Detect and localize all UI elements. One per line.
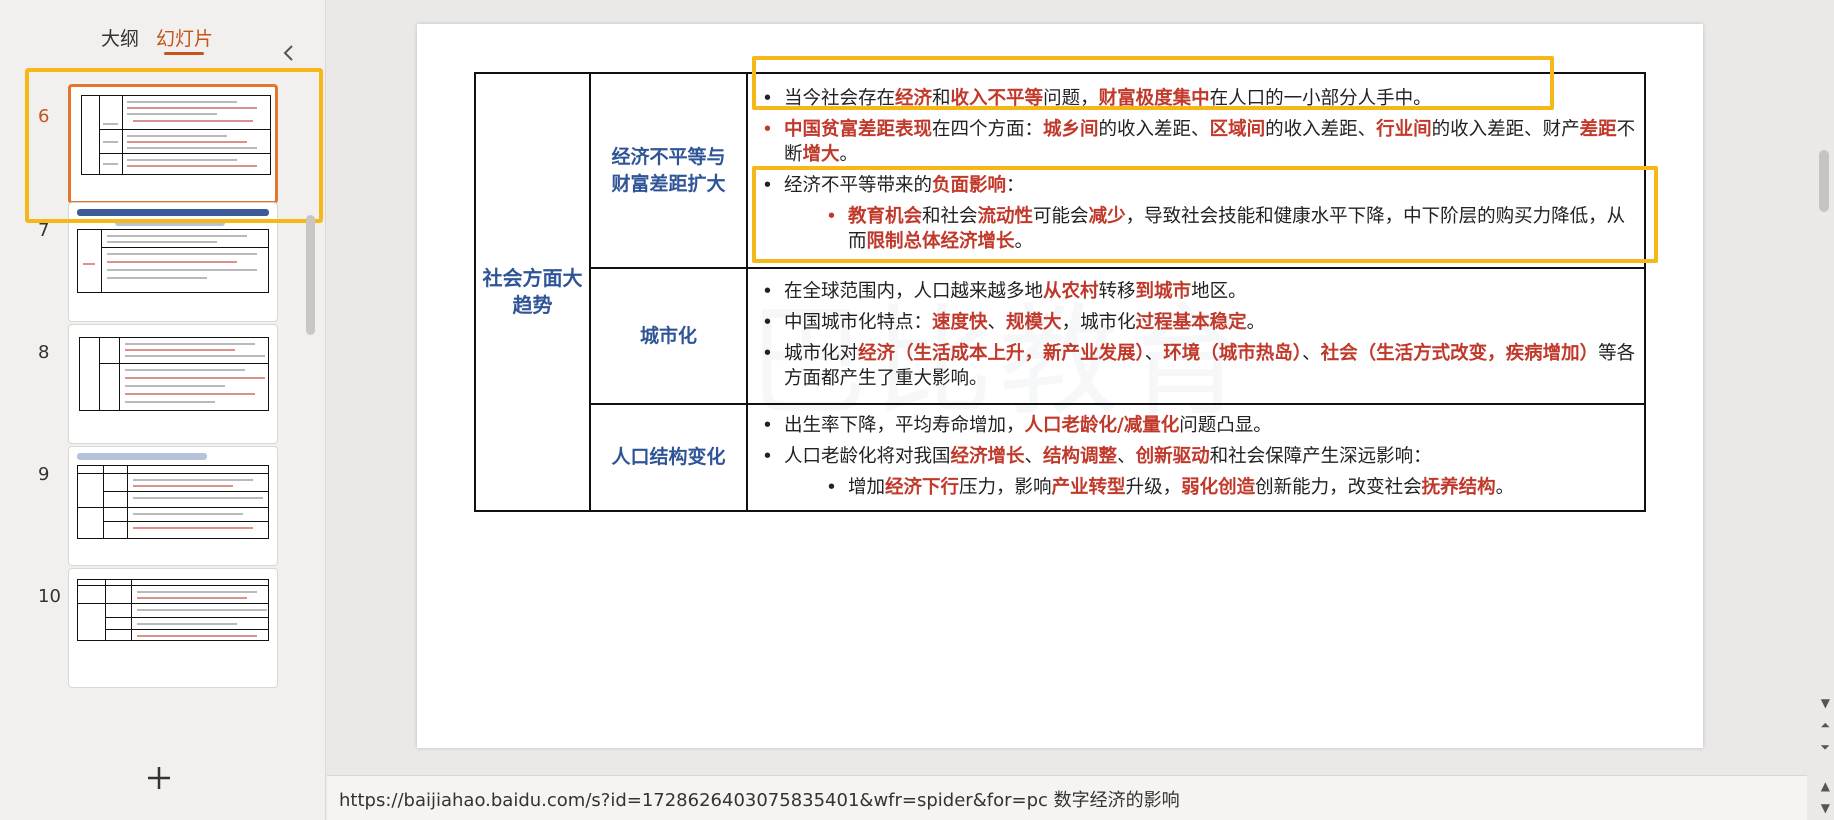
slide-thumbnail-9[interactable]: 9 [0,442,310,566]
bullet-item: 中国贫富差距表现在四个方面：城乡间的收入差距、区域间的收入差距、行业间的收入差距… [756,117,1636,167]
row-body-demographics: 出生率下降，平均寿命增加，人口老龄化/减量化问题凸显。 人口老龄化将对我国经济增… [746,403,1646,512]
content-table: 社会方面大趋势 经济不平等与财富差距扩大 当今社会存在经济和收入不平等问题，财富… [474,72,1646,512]
scrollbar-thumb[interactable] [1819,150,1829,212]
slide-number: 6 [38,106,50,127]
panel-tabs: 大纲 幻灯片 [0,22,326,61]
row-title-demographics: 人口结构变化 [589,403,748,512]
vertical-scrollbar[interactable]: ▼ ⏶ ⏷ [1812,0,1834,770]
slide-thumbnail-8[interactable]: 8 [0,320,310,444]
slide-number: 9 [38,464,50,485]
plus-icon[interactable] [146,763,172,797]
slide-thumbnail-7[interactable]: 7 [0,198,310,322]
sub-bullet-item: 教育机会和社会流动性可能会减少，导致社会技能和健康水平下降，中下阶层的购买力降低… [756,204,1636,254]
slide-thumbnail-preview[interactable] [68,84,278,204]
slide-thumbnail-preview[interactable] [68,568,278,688]
slide-number: 8 [38,342,50,363]
sub-bullet-item: 增加经济下行压力，影响产业转型升级，弱化创造创新能力，改变社会抚养结构。 [756,475,1636,500]
thumbnail-list: 6 7 8 9 10 [0,64,326,754]
active-tab-indicator [164,52,204,55]
next-page-icon[interactable]: ⏷ [1820,740,1830,755]
slide-canvas[interactable]: 巴比教育 社会方面大趋势 经济不平等与财富差距扩大 当今社会存在经济和收入不平等… [417,24,1703,748]
chevron-left-icon[interactable] [278,42,300,64]
row-body-inequality: 当今社会存在经济和收入不平等问题，财富极度集中在人口的一小部分人手中。 中国贫富… [746,72,1646,269]
scroll-up-icon[interactable]: ▲ [1821,779,1830,793]
slide-thumbnail-6[interactable]: 6 [0,84,310,208]
slide-number: 10 [38,586,61,607]
slide-thumbnail-10[interactable]: 10 [0,564,310,688]
bullet-item: 中国城市化特点：速度快、规模大，城市化过程基本稳定。 [756,310,1636,335]
bullet-item: 出生率下降，平均寿命增加，人口老龄化/减量化问题凸显。 [756,413,1636,438]
category-cell: 社会方面大趋势 [474,72,591,512]
row-body-urbanization: 在全球范围内，人口越来越多地从农村转移到城市地区。 中国城市化特点：速度快、规模… [746,267,1646,405]
notes-pane[interactable]: https://baijiahao.baidu.com/s?id=1728626… [327,775,1807,820]
row-title-urbanization: 城市化 [589,267,748,405]
notes-scrollbar[interactable]: ▲ ▼ [1812,775,1834,820]
slide-thumbnail-preview[interactable] [68,446,278,566]
bullet-item: 人口老龄化将对我国经济增长、结构调整、创新驱动和社会保障产生深远影响： [756,444,1636,469]
previous-page-icon[interactable]: ⏶ [1820,718,1830,733]
scroll-down-icon[interactable]: ▼ [1821,801,1830,815]
tab-outline[interactable]: 大纲 [101,24,139,51]
bullet-item: 当今社会存在经济和收入不平等问题，财富极度集中在人口的一小部分人手中。 [756,86,1636,111]
bullet-item: 在全球范围内，人口越来越多地从农村转移到城市地区。 [756,279,1636,304]
scroll-down-icon[interactable]: ▼ [1821,696,1830,710]
editor-area: 巴比教育 社会方面大趋势 经济不平等与财富差距扩大 当今社会存在经济和收入不平等… [327,0,1834,820]
slide-thumbnail-preview[interactable] [68,202,278,322]
row-title-inequality: 经济不平等与财富差距扩大 [589,72,748,269]
slide-number: 7 [38,220,50,241]
bullet-item: 经济不平等带来的负面影响： [756,173,1636,198]
bullet-item: 城市化对经济（生活成本上升，新产业发展）、环境（城市热岛）、社会（生活方式改变，… [756,341,1636,391]
slide-thumbnail-preview[interactable] [68,324,278,444]
tab-slides[interactable]: 幻灯片 [156,24,213,51]
notes-text[interactable]: https://baijiahao.baidu.com/s?id=1728626… [339,786,1180,812]
thumbnail-scrollbar[interactable] [306,215,315,335]
slide-panel: 大纲 幻灯片 6 7 8 9 10 [0,0,326,820]
